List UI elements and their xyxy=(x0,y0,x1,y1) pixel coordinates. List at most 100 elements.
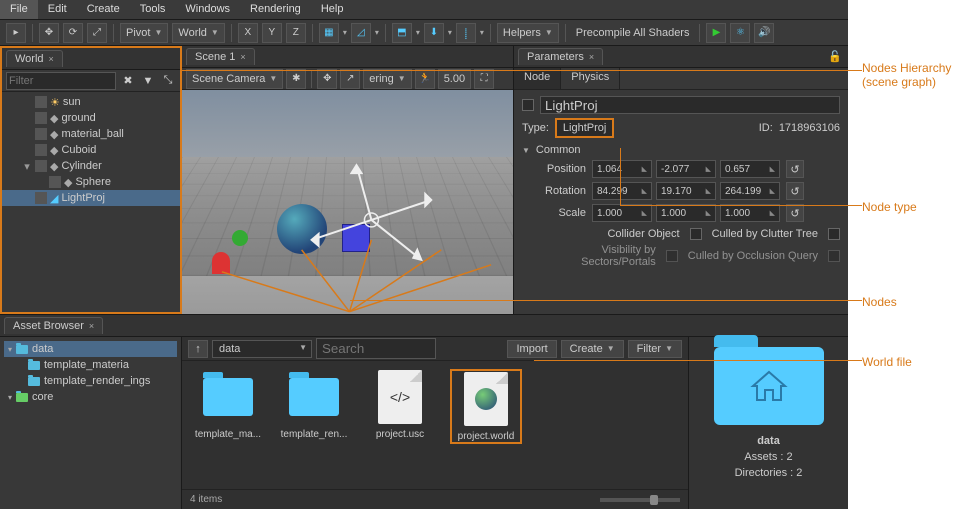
asset-thumbnail[interactable]: project.world xyxy=(450,369,522,444)
scl-y-input[interactable]: 1.000◣ xyxy=(656,204,716,222)
axis-y[interactable]: Y xyxy=(262,23,282,43)
scale-tool[interactable]: ⤢ xyxy=(87,23,107,43)
asset-folder-tree[interactable]: ▾datatemplate_materiatemplate_render_ing… xyxy=(0,337,182,509)
tree-node[interactable]: ☀sun xyxy=(2,94,180,110)
asset-filter-dropdown[interactable]: Filter▼ xyxy=(628,340,682,358)
thumbnail-size-slider[interactable] xyxy=(600,498,680,502)
helpers-dropdown[interactable]: Helpers▼ xyxy=(497,23,559,43)
asset-grid[interactable]: template_ma...template_ren...</>project.… xyxy=(182,361,688,489)
walk-icon[interactable]: 🏃 xyxy=(415,69,435,89)
lock-icon[interactable]: 🔓 xyxy=(828,50,842,63)
space-dropdown[interactable]: World▼ xyxy=(172,23,224,43)
preview-assets: Assets : 2 xyxy=(744,451,792,463)
asset-thumbnail[interactable]: template_ma... xyxy=(192,369,264,440)
physics-icon[interactable]: ⚛ xyxy=(730,23,750,43)
scene-tab[interactable]: Scene 1× xyxy=(186,48,255,65)
tree-node[interactable]: ◆ground xyxy=(2,110,180,126)
camera-dropdown[interactable]: Scene Camera▼ xyxy=(186,69,283,89)
folder-item[interactable]: template_materia xyxy=(4,357,177,373)
close-icon[interactable]: × xyxy=(589,52,594,62)
menu-create[interactable]: Create xyxy=(77,0,130,19)
path-dropdown[interactable]: data▼ xyxy=(212,340,312,358)
fullscreen-icon[interactable]: ⛶ xyxy=(474,69,494,89)
asset-search-input[interactable] xyxy=(316,338,436,359)
close-icon[interactable]: × xyxy=(89,321,94,331)
occlusion-checkbox[interactable] xyxy=(828,250,840,262)
camera-settings-icon[interactable]: ✱ xyxy=(286,69,306,89)
menu-rendering[interactable]: Rendering xyxy=(240,0,311,19)
tree-node[interactable]: ◆Cuboid xyxy=(2,142,180,158)
snap-vertex-icon[interactable]: ⸽ xyxy=(456,23,476,43)
pivot-dropdown[interactable]: Pivot▼ xyxy=(120,23,168,43)
collider-checkbox[interactable] xyxy=(690,228,702,240)
node-name-input[interactable] xyxy=(540,96,840,114)
tree-node[interactable]: ◢LightProj xyxy=(2,190,180,206)
asset-thumbnail[interactable]: template_ren... xyxy=(278,369,350,440)
menu-edit[interactable]: Edit xyxy=(38,0,77,19)
preview-dirs: Directories : 2 xyxy=(735,467,803,479)
import-button[interactable]: Import xyxy=(507,340,556,358)
viewport-speed-icon[interactable]: ↗ xyxy=(340,69,360,89)
create-dropdown[interactable]: Create▼ xyxy=(561,340,624,358)
expand-icon[interactable]: ⤡ xyxy=(160,73,176,89)
folder-item[interactable]: ▾core xyxy=(4,389,177,405)
scl-z-input[interactable]: 1.000◣ xyxy=(720,204,780,222)
snap-grid-icon[interactable]: ▦ xyxy=(319,23,339,43)
select-tool[interactable]: ▸ xyxy=(6,23,26,43)
clear-filter-icon[interactable]: ✖ xyxy=(120,73,136,89)
reset-icon[interactable]: ↺ xyxy=(786,204,804,222)
rot-y-input[interactable]: 19.170◣ xyxy=(656,182,716,200)
snap-surface-icon[interactable]: ⬒ xyxy=(392,23,412,43)
preview-name: data xyxy=(757,435,780,447)
node-subtab[interactable]: Node xyxy=(514,68,561,89)
menu-windows[interactable]: Windows xyxy=(175,0,240,19)
node-tree[interactable]: ☀sun◆ground◆material_ball◆Cuboid▾◆Cylind… xyxy=(2,92,180,312)
pos-z-input[interactable]: 0.657◣ xyxy=(720,160,780,178)
rot-z-input[interactable]: 264.199◣ xyxy=(720,182,780,200)
menu-bar: File Edit Create Tools Windows Rendering… xyxy=(0,0,848,20)
move-tool[interactable]: ✥ xyxy=(39,23,59,43)
collapse-icon[interactable]: ▼ xyxy=(522,146,530,155)
axis-x[interactable]: X xyxy=(238,23,258,43)
clutter-checkbox[interactable] xyxy=(828,228,840,240)
scl-x-input[interactable]: 1.000◣ xyxy=(592,204,652,222)
enabled-checkbox[interactable] xyxy=(522,99,534,111)
close-icon[interactable]: × xyxy=(240,52,245,62)
asset-thumbnail[interactable]: </>project.usc xyxy=(364,369,436,440)
asset-browser-tab[interactable]: Asset Browser× xyxy=(4,317,103,334)
filter-icon[interactable]: ▼ xyxy=(140,73,156,89)
node-type-value: LightProj xyxy=(555,118,614,138)
menu-help[interactable]: Help xyxy=(311,0,354,19)
sound-icon[interactable]: 🔊 xyxy=(754,23,774,43)
speed-value[interactable]: 5.00 xyxy=(438,69,471,89)
physics-subtab[interactable]: Physics xyxy=(561,68,620,89)
tree-node[interactable]: ◆material_ball xyxy=(2,126,180,142)
tree-node[interactable]: ▾◆Cylinder xyxy=(2,158,180,174)
menu-file[interactable]: File xyxy=(0,0,38,19)
up-folder-button[interactable]: ↑ xyxy=(188,340,208,358)
pos-x-input[interactable]: 1.064◣ xyxy=(592,160,652,178)
snap-angle-icon[interactable]: ◿ xyxy=(351,23,371,43)
world-tab[interactable]: World× xyxy=(6,50,63,67)
reset-icon[interactable]: ↺ xyxy=(786,160,804,178)
snap-drop-icon[interactable]: ⬇ xyxy=(424,23,444,43)
play-button[interactable]: ▶ xyxy=(706,23,726,43)
scale-label: Scale xyxy=(536,207,586,219)
pos-y-input[interactable]: -2.077◣ xyxy=(656,160,716,178)
parameters-tab[interactable]: Parameters× xyxy=(518,48,603,65)
folder-item[interactable]: ▾data xyxy=(4,341,177,357)
axis-z[interactable]: Z xyxy=(286,23,306,43)
render-mode-dropdown[interactable]: ering▼ xyxy=(363,69,411,89)
rotate-tool[interactable]: ⟳ xyxy=(63,23,83,43)
precompile-button[interactable]: Precompile All Shaders xyxy=(572,27,694,39)
hierarchy-filter-input[interactable] xyxy=(6,72,116,90)
viewport-move-icon[interactable]: ✥ xyxy=(317,69,337,89)
sectors-checkbox[interactable] xyxy=(666,250,678,262)
folder-item[interactable]: template_render_ings xyxy=(4,373,177,389)
viewport[interactable] xyxy=(182,90,513,314)
menu-tools[interactable]: Tools xyxy=(130,0,176,19)
close-icon[interactable]: × xyxy=(49,54,54,64)
rot-x-input[interactable]: 84.299◣ xyxy=(592,182,652,200)
reset-icon[interactable]: ↺ xyxy=(786,182,804,200)
tree-node[interactable]: ◆Sphere xyxy=(2,174,180,190)
